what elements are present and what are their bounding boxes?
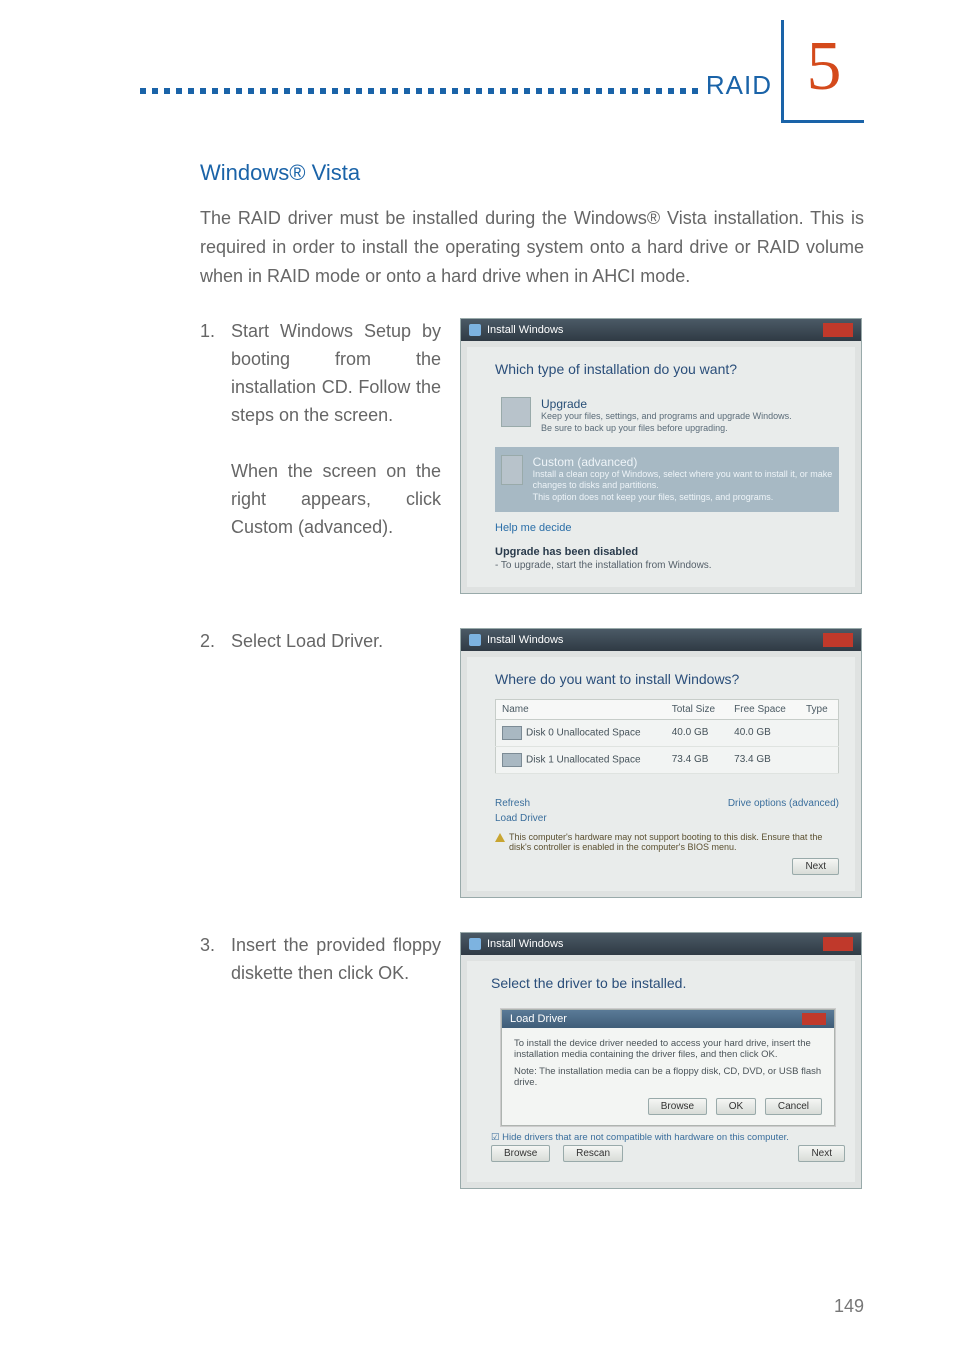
refresh-link[interactable]: Refresh xyxy=(495,798,547,809)
screenshot-3-heading: Select the driver to be installed. xyxy=(491,975,845,991)
table-row[interactable]: Disk 1 Unallocated Space 73.4 GB 73.4 GB xyxy=(496,746,839,773)
upgrade-icon xyxy=(501,397,531,427)
windows-icon xyxy=(469,938,481,950)
section-label: RAID xyxy=(698,70,772,101)
row1-name: Disk 1 Unallocated Space xyxy=(526,754,641,765)
footer-buttons: Browse Rescan Next xyxy=(491,1143,845,1172)
upgrade-disabled-sub: - To upgrade, start the installation fro… xyxy=(495,560,839,571)
table-row[interactable]: Disk 0 Unallocated Space 40.0 GB 40.0 GB xyxy=(496,719,839,746)
windows-icon xyxy=(469,324,481,336)
option-upgrade[interactable]: Upgrade Keep your files, settings, and p… xyxy=(495,389,839,442)
col-name: Name xyxy=(496,699,666,719)
screenshot-1-heading: Which type of installation do you want? xyxy=(495,361,839,377)
option-custom[interactable]: Custom (advanced) Install a clean copy o… xyxy=(495,447,839,512)
close-icon[interactable] xyxy=(823,633,853,647)
screenshot-2-title: Install Windows xyxy=(487,634,563,646)
row0-total: 40.0 GB xyxy=(666,719,728,746)
dialog-buttons: Browse OK Cancel xyxy=(514,1088,822,1115)
section-heading-text: Windows® Vista xyxy=(200,160,360,185)
hide-drivers-check[interactable]: ☑ Hide drivers that are not compatible w… xyxy=(491,1132,845,1143)
upgrade-title: Upgrade xyxy=(541,397,792,411)
close-icon[interactable] xyxy=(802,1013,826,1025)
screenshot-2-body: Where do you want to install Windows? Na… xyxy=(467,657,855,891)
page-header: RAID 5 xyxy=(200,60,864,150)
dialog-titlebar: Load Driver xyxy=(502,1010,834,1028)
row1-free: 73.4 GB xyxy=(728,746,800,773)
step-2-para-1: Select Load Driver. xyxy=(231,631,383,651)
load-driver-dialog: Load Driver To install the device driver… xyxy=(501,1009,835,1126)
custom-sub2: This option does not keep your files, se… xyxy=(533,492,833,504)
row0-free: 40.0 GB xyxy=(728,719,800,746)
disk-links: Refresh Load Driver Drive options (advan… xyxy=(495,798,839,824)
header-dots xyxy=(140,88,774,98)
step-1-para-2: When the screen on the right appears, cl… xyxy=(231,461,441,537)
step-1-para-1: Start Windows Setup by booting from the … xyxy=(231,321,441,425)
screenshot-1-title: Install Windows xyxy=(487,324,563,336)
help-link[interactable]: Help me decide xyxy=(495,522,839,534)
screenshot-1: Install Windows ← Which type of installa… xyxy=(460,318,862,593)
page-number: 149 xyxy=(834,1296,864,1317)
intro-paragraph: The RAID driver must be installed during… xyxy=(200,204,864,290)
next-button[interactable]: Next xyxy=(798,1145,845,1162)
custom-title: Custom (advanced) xyxy=(533,455,833,469)
upgrade-disabled-heading: Upgrade has been disabled xyxy=(495,546,839,558)
upgrade-sub2: Be sure to back up your files before upg… xyxy=(541,423,792,435)
row1-type xyxy=(800,746,839,773)
step-1-number: 1. xyxy=(200,318,226,346)
dialog-text2: Note: The installation media can be a fl… xyxy=(514,1066,822,1088)
dialog-text1: To install the device driver needed to a… xyxy=(514,1038,822,1060)
browse-button-2[interactable]: Browse xyxy=(491,1145,550,1162)
step-3-para-1: Insert the provided floppy diskette then… xyxy=(231,935,441,983)
close-icon[interactable] xyxy=(823,937,853,951)
warning-icon xyxy=(495,833,505,842)
col-total: Total Size xyxy=(666,699,728,719)
boot-warning-text: This computer's hardware may not support… xyxy=(509,832,839,852)
document-page: RAID 5 Windows® Vista The RAID driver mu… xyxy=(0,0,954,1351)
step-2-number: 2. xyxy=(200,628,226,656)
screenshot-2-heading: Where do you want to install Windows? xyxy=(495,671,839,687)
step-1: 1. Start Windows Setup by booting from t… xyxy=(200,318,864,593)
load-driver-link[interactable]: Load Driver xyxy=(495,813,547,824)
step-3-number: 3. xyxy=(200,932,226,960)
step-2: 2. Select Load Driver. Install Windows ←… xyxy=(200,628,864,898)
col-type: Type xyxy=(800,699,839,719)
row0-type xyxy=(800,719,839,746)
custom-sub1: Install a clean copy of Windows, select … xyxy=(533,469,833,492)
custom-icon xyxy=(501,455,523,485)
boot-warning: This computer's hardware may not support… xyxy=(495,832,839,852)
screenshot-3-titlebar: Install Windows xyxy=(461,933,861,955)
disk-icon xyxy=(502,753,522,767)
rescan-button[interactable]: Rescan xyxy=(563,1145,623,1162)
step-1-text: 1. Start Windows Setup by booting from t… xyxy=(200,318,460,541)
disk-table: Name Total Size Free Space Type Disk 0 U… xyxy=(495,699,839,774)
row1-total: 73.4 GB xyxy=(666,746,728,773)
next-button[interactable]: Next xyxy=(792,858,839,875)
disk-icon xyxy=(502,726,522,740)
screenshot-2-titlebar: Install Windows xyxy=(461,629,861,651)
windows-icon xyxy=(469,634,481,646)
step-3: 3. Insert the provided floppy diskette t… xyxy=(200,932,864,1189)
col-free: Free Space xyxy=(728,699,800,719)
drive-options-link[interactable]: Drive options (advanced) xyxy=(728,798,839,824)
dialog-body: To install the device driver needed to a… xyxy=(502,1028,834,1125)
step-3-text: 3. Insert the provided floppy diskette t… xyxy=(200,932,460,988)
screenshot-3-body: Select the driver to be installed. Load … xyxy=(467,961,855,1182)
hide-drivers-label: Hide drivers that are not compatible wit… xyxy=(502,1132,789,1143)
ok-button[interactable]: OK xyxy=(716,1098,756,1115)
screenshot-3-title: Install Windows xyxy=(487,938,563,950)
dialog-title: Load Driver xyxy=(510,1013,567,1025)
upgrade-sub1: Keep your files, settings, and programs … xyxy=(541,411,792,423)
browse-button[interactable]: Browse xyxy=(648,1098,707,1115)
row0-name: Disk 0 Unallocated Space xyxy=(526,727,641,738)
chapter-number: 5 xyxy=(807,20,842,102)
screenshot-3: Install Windows ← Select the driver to b… xyxy=(460,932,862,1189)
cancel-button[interactable]: Cancel xyxy=(765,1098,822,1115)
chapter-number-box: 5 xyxy=(781,20,864,123)
screenshot-1-body: Which type of installation do you want? … xyxy=(467,347,855,586)
close-icon[interactable] xyxy=(823,323,853,337)
section-heading: Windows® Vista xyxy=(200,160,864,186)
screenshot-2: Install Windows ← Where do you want to i… xyxy=(460,628,862,898)
screenshot-1-titlebar: Install Windows xyxy=(461,319,861,341)
step-2-text: 2. Select Load Driver. xyxy=(200,628,460,656)
